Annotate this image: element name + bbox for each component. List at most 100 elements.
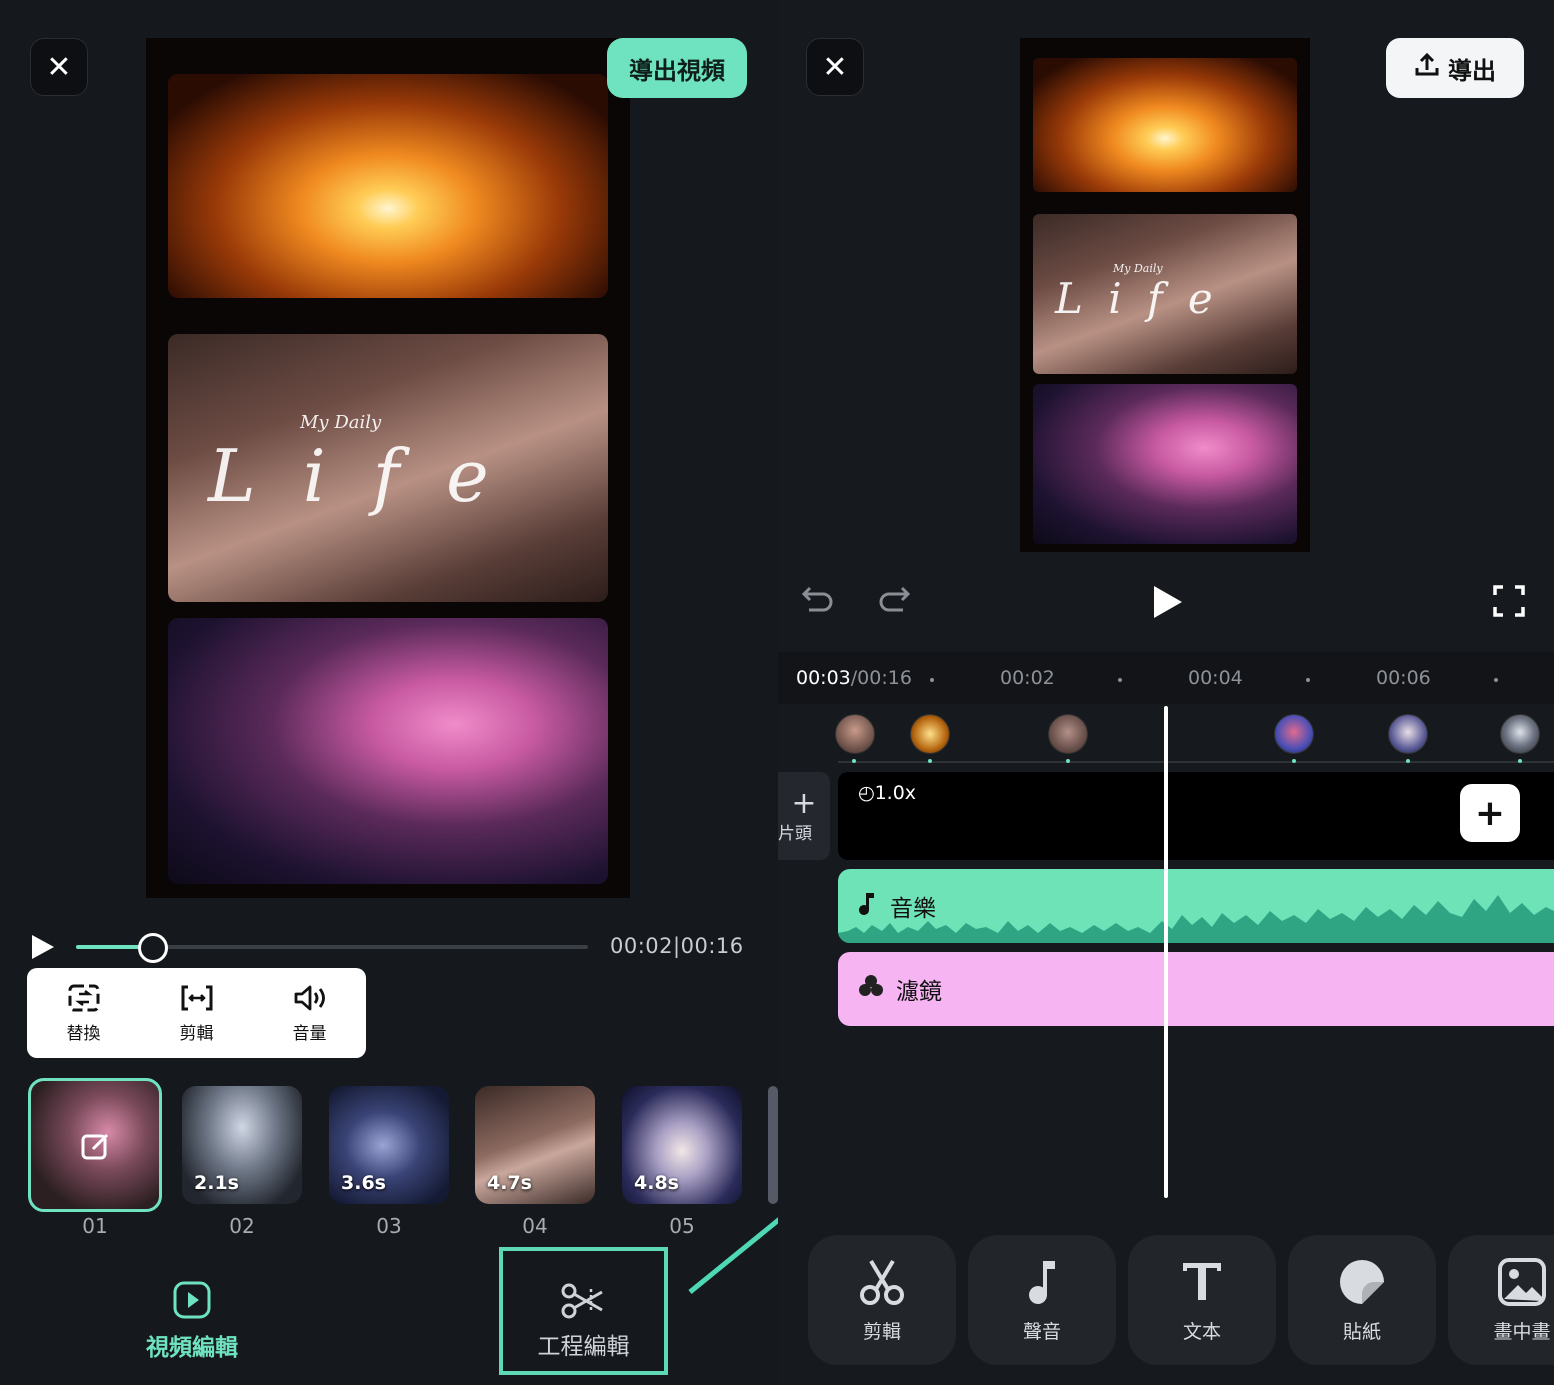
video-preview[interactable]: My Daily L i f e — [146, 38, 630, 898]
tool-sticker-label: 貼紙 — [1342, 1320, 1381, 1343]
filter-track[interactable]: 濾鏡 — [838, 952, 1554, 1026]
clip-marker-avatar[interactable] — [1500, 714, 1540, 754]
keyframe-dot — [1406, 759, 1410, 763]
preview-frame-fire — [168, 74, 608, 298]
add-intro-button[interactable]: + 片頭 — [778, 772, 830, 860]
close-icon: ✕ — [822, 49, 848, 85]
tool-text-button[interactable]: 文本 — [1128, 1235, 1276, 1365]
timecode-current: 00:03 — [796, 667, 851, 689]
sticker-icon — [1337, 1257, 1387, 1307]
music-track[interactable]: 音樂 — [838, 869, 1554, 943]
filter-track-label: 濾鏡 — [858, 972, 942, 1006]
current-time: 00:02 — [610, 934, 674, 958]
clip-duration: 2.1s — [194, 1172, 239, 1194]
total-time: 00:16 — [680, 934, 744, 958]
tool-sticker-button[interactable]: 貼紙 — [1288, 1235, 1436, 1365]
keyframe-dot — [1066, 759, 1070, 763]
video-track[interactable]: ◴1.0x + — [838, 772, 1554, 860]
clip-thumbnail-04[interactable]: 4.7s — [475, 1086, 595, 1204]
nav-video-edit[interactable]: 視頻編輯 — [140, 1280, 244, 1362]
preview-frame-singer — [1033, 384, 1297, 544]
replace-label: 替換 — [66, 1023, 101, 1044]
close-button[interactable]: ✕ — [30, 38, 88, 96]
music-note-icon — [858, 891, 878, 921]
clip-marker-avatar[interactable] — [1048, 714, 1088, 754]
ruler-label: 00:02 — [1000, 667, 1055, 689]
add-intro-label: 片頭 — [778, 823, 812, 844]
trim-button[interactable]: 剪輯 — [152, 983, 242, 1044]
speed-label: 1.0x — [874, 782, 917, 804]
clip-thumbnail-03[interactable]: 3.6s — [329, 1086, 449, 1204]
clip-marker-avatar[interactable] — [910, 714, 950, 754]
preview-frame-fire — [1033, 58, 1297, 192]
speed-icon: ◴ — [858, 782, 875, 804]
plus-icon: + — [791, 785, 817, 821]
scissors-icon — [857, 1257, 907, 1307]
keyframe-dot — [852, 759, 856, 763]
export-button[interactable]: 導出 — [1386, 38, 1524, 98]
picture-in-picture-icon — [1497, 1257, 1547, 1307]
playhead[interactable] — [1164, 706, 1168, 1198]
filter-icon — [858, 974, 884, 1004]
redo-icon[interactable] — [876, 580, 912, 625]
ruler-tick — [930, 678, 934, 682]
volume-label: 音量 — [292, 1023, 327, 1044]
tool-text-label: 文本 — [1182, 1320, 1221, 1343]
clip-thumbnail-02[interactable]: 2.1s — [182, 1086, 302, 1204]
overlay-title-script: L i f e — [1055, 274, 1219, 323]
clip-marker-avatar[interactable] — [1274, 714, 1314, 754]
clip-marker-avatar[interactable] — [1388, 714, 1428, 754]
replace-button[interactable]: 替換 — [39, 983, 129, 1044]
volume-icon — [292, 983, 328, 1013]
overlay-title-script: L i f e — [208, 434, 501, 518]
undo-icon[interactable] — [800, 580, 836, 625]
clip-duration: 3.6s — [341, 1172, 386, 1194]
preview-frame-dancers: My Daily L i f e — [1033, 214, 1297, 374]
clip-number: 01 — [82, 1214, 108, 1238]
tool-clip-button[interactable]: 剪輯 — [808, 1235, 956, 1365]
clip-number: 04 — [522, 1214, 548, 1238]
time-readout: 00:02|00:16 — [610, 934, 744, 958]
video-edit-panel: ✕ My Daily L i f e 導出視頻 00:02|00:16 替換 剪… — [0, 0, 778, 1385]
tool-audio-button[interactable]: 聲音 — [968, 1235, 1116, 1365]
keyframe-dot — [928, 759, 932, 763]
ruler-tick — [1306, 678, 1310, 682]
nav-project-edit-label: 工程編輯 — [537, 1334, 630, 1360]
volume-button[interactable]: 音量 — [265, 983, 355, 1044]
clip-number: 03 — [376, 1214, 402, 1238]
clip-duration: 4.8s — [634, 1172, 679, 1194]
nav-project-edit[interactable]: 工程編輯 — [499, 1247, 668, 1375]
scissors-icon — [561, 1281, 607, 1321]
ruler-label: 00:06 — [1376, 667, 1431, 689]
trim-icon — [179, 983, 215, 1013]
clip-thumbnail-01[interactable] — [28, 1078, 162, 1212]
keyframe-dot — [1292, 759, 1296, 763]
clip-number: 02 — [229, 1214, 255, 1238]
playback-slider-knob[interactable] — [138, 933, 168, 963]
edit-icon[interactable] — [81, 1131, 111, 1161]
keyframe-line — [838, 761, 1554, 763]
fullscreen-icon[interactable] — [1492, 584, 1526, 622]
overlay-title-small: My Daily — [300, 412, 382, 433]
play-icon[interactable] — [1154, 586, 1182, 618]
clip-duration: 4.7s — [487, 1172, 532, 1194]
preview-frame-singer — [168, 618, 608, 884]
speed-indicator: ◴1.0x — [858, 782, 916, 804]
nav-video-edit-label: 視頻編輯 — [146, 1335, 238, 1361]
add-clip-button[interactable]: + — [1460, 784, 1520, 842]
audio-waveform — [838, 895, 1554, 943]
music-track-label: 音樂 — [858, 889, 936, 923]
ruler-tick — [1494, 678, 1498, 682]
close-button[interactable]: ✕ — [806, 38, 864, 96]
trim-label: 剪輯 — [179, 1023, 214, 1044]
upload-icon — [1414, 52, 1440, 84]
play-icon[interactable] — [32, 935, 54, 959]
tool-pip-button[interactable]: 畫中畫 — [1448, 1235, 1554, 1365]
video-play-icon — [172, 1280, 212, 1320]
project-preview[interactable]: My Daily L i f e — [1020, 38, 1310, 552]
clip-marker-avatar[interactable] — [835, 714, 875, 754]
export-video-button[interactable]: 導出視頻 — [607, 38, 747, 98]
timecode-total: /00:16 — [850, 667, 912, 689]
plus-icon: + — [1474, 792, 1506, 834]
ruler-label: 00:04 — [1188, 667, 1243, 689]
